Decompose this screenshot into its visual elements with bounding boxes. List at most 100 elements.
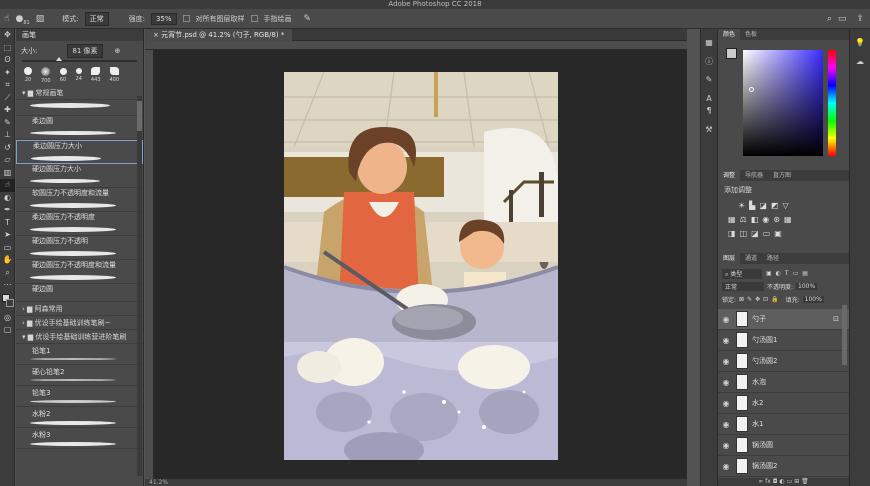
brush-item[interactable]: 硬心铅笔2 <box>16 365 143 386</box>
marquee-tool-icon[interactable]: ⬚ <box>0 42 15 55</box>
filter-pixel-icon[interactable]: ▣ <box>766 270 772 277</box>
tab-close-icon[interactable]: × <box>153 31 161 39</box>
mask-icon[interactable]: ◘ <box>773 478 778 485</box>
brush-preset-icon[interactable]: ● <box>15 14 23 24</box>
quick-mask-icon[interactable]: ◎ <box>0 312 15 325</box>
more-tools-icon[interactable]: ⋯ <box>0 279 15 292</box>
dodge-tool-icon[interactable]: ◐ <box>0 192 15 205</box>
tab-paths[interactable]: 路径 <box>762 253 784 264</box>
new-layer-icon[interactable]: ⊞ <box>794 478 799 485</box>
healing-tool-icon[interactable]: ✚ <box>0 104 15 117</box>
posterize-icon[interactable]: ◫ <box>740 229 748 238</box>
lock-all-icon[interactable]: 🔒 <box>771 296 778 303</box>
eyedropper-tool-icon[interactable]: ⟋ <box>0 92 15 105</box>
layer-row[interactable]: ◉ 水泡 <box>718 372 849 393</box>
adjustment-layer-icon[interactable]: ◐ <box>779 478 784 485</box>
learn-panel-icon[interactable]: 💡 <box>850 37 870 50</box>
color-swatches[interactable] <box>0 292 15 312</box>
curves-icon[interactable]: ◪ <box>759 201 767 210</box>
layer-row[interactable]: ◉ 锅汤圆2 <box>718 456 849 477</box>
stamp-tool-icon[interactable]: ⊥ <box>0 129 15 142</box>
move-tool-icon[interactable]: ✥ <box>0 29 15 42</box>
blend-mode-select[interactable]: 正常 <box>722 282 764 291</box>
paragraph-panel-icon[interactable]: ¶ <box>701 105 717 118</box>
mode-select[interactable]: 正常 <box>84 11 109 26</box>
gradient-tool-icon[interactable]: ▥ <box>0 167 15 180</box>
exposure-icon[interactable]: ◩ <box>771 201 779 210</box>
group-icon[interactable]: ▭ <box>787 478 793 485</box>
color-lookup-icon[interactable]: ▦ <box>784 215 792 224</box>
brush-tool-icon[interactable]: ✎ <box>0 117 15 130</box>
color-balance-icon[interactable]: ⚖ <box>740 215 747 224</box>
brush-size-slider[interactable] <box>22 57 137 62</box>
layer-row[interactable]: ◉ 勺汤圆1 <box>718 330 849 351</box>
visibility-eye-icon[interactable]: ◉ <box>718 462 734 471</box>
color-field[interactable] <box>743 50 823 156</box>
filter-shape-icon[interactable]: ▭ <box>793 270 799 277</box>
lock-transparent-icon[interactable]: ⊠ <box>739 296 744 303</box>
search-icon[interactable]: ⌕ <box>827 14 832 24</box>
info-panel-icon[interactable]: ⓘ <box>701 56 717 69</box>
tab-adjustments[interactable]: 调整 <box>718 170 741 181</box>
magic-wand-tool-icon[interactable]: ✦ <box>0 67 15 80</box>
levels-icon[interactable]: ▙ <box>749 201 755 210</box>
screen-mode-icon[interactable]: ▢ <box>0 324 15 337</box>
link-layers-icon[interactable]: ∞ <box>758 478 763 485</box>
visibility-eye-icon[interactable]: ◉ <box>718 420 734 429</box>
tab-layers[interactable]: 图层 <box>718 253 741 264</box>
visibility-eye-icon[interactable]: ◉ <box>718 357 734 366</box>
brush-folder-general[interactable]: ▾ ▆ 常规画笔 <box>16 86 143 100</box>
tab-swatches[interactable]: 色板 <box>740 29 762 40</box>
hue-sat-icon[interactable]: ▦ <box>728 215 736 224</box>
sample-all-checkbox[interactable] <box>182 15 190 22</box>
tab-histogram[interactable]: 直方图 <box>768 170 796 181</box>
eraser-tool-icon[interactable]: ▱ <box>0 154 15 167</box>
zoom-tool-icon[interactable]: ⌕ <box>0 267 15 280</box>
threshold-icon[interactable]: ◪ <box>751 229 759 238</box>
channel-mixer-icon[interactable]: ⊛ <box>773 215 780 224</box>
zoom-readout[interactable]: 41.2% <box>149 479 168 486</box>
filter-smart-icon[interactable]: ▤ <box>802 270 808 277</box>
filter-type-icon[interactable]: T <box>785 270 789 277</box>
brush-item[interactable]: 水粉2 <box>16 407 143 428</box>
path-select-tool-icon[interactable]: ➤ <box>0 229 15 242</box>
crop-tool-icon[interactable]: ⌗ <box>0 79 15 92</box>
visibility-eye-icon[interactable]: ◉ <box>718 378 734 387</box>
lock-pixels-icon[interactable]: ✎ <box>747 296 752 303</box>
libraries-panel-icon[interactable]: ☁ <box>850 56 870 69</box>
character-panel-icon[interactable]: A <box>701 93 717 106</box>
artwork-canvas[interactable] <box>284 72 558 460</box>
brush-size-field[interactable]: 81 像素 <box>67 44 103 58</box>
strength-field[interactable]: 35% <box>150 12 177 25</box>
selective-color-icon[interactable]: ▣ <box>774 229 782 238</box>
brush-settings-panel-icon[interactable]: ✎ <box>701 74 717 87</box>
vibrance-icon[interactable]: ▽ <box>782 201 788 210</box>
tab-navigator[interactable]: 导航器 <box>740 170 768 181</box>
brush-settings-icon[interactable]: ▨ <box>36 14 45 24</box>
invert-icon[interactable]: ◨ <box>728 229 736 238</box>
pen-tool-icon[interactable]: ✒ <box>0 204 15 217</box>
brush-preset[interactable]: 700 <box>41 66 51 84</box>
brush-folder[interactable]: ▾ ▆ 优设手绘基础训练营进阶笔刷 <box>16 330 143 344</box>
history-panel-icon[interactable]: ▦ <box>701 37 717 50</box>
lock-artboard-icon[interactable]: ⊡ <box>763 296 768 303</box>
layer-filter-select[interactable]: ⌕ 类型 <box>722 268 762 279</box>
brush-panel-scrollbar[interactable] <box>137 96 142 476</box>
visibility-eye-icon[interactable]: ◉ <box>718 336 734 345</box>
brush-preset[interactable]: 20 <box>24 67 32 83</box>
tab-color[interactable]: 颜色 <box>718 29 741 40</box>
finger-paint-checkbox[interactable] <box>250 15 258 22</box>
photo-filter-icon[interactable]: ◉ <box>762 215 769 224</box>
layers-scrollbar[interactable] <box>842 305 847 365</box>
filter-adjust-icon[interactable]: ◐ <box>776 270 781 277</box>
pressure-icon[interactable]: ✎ <box>304 14 312 24</box>
brush-item[interactable]: 铅笔1 <box>16 344 143 365</box>
brush-item[interactable] <box>16 100 143 116</box>
smudge-tool-icon[interactable]: ☝ <box>0 179 15 192</box>
canvas-area[interactable] <box>154 50 687 486</box>
brush-item[interactable]: 柔边圆压力不透明度 <box>16 212 143 236</box>
brush-preset[interactable]: 60 <box>59 67 67 83</box>
share-icon[interactable]: ⇪ <box>856 14 864 24</box>
layer-row[interactable]: ◉ 锅汤圆 <box>718 435 849 456</box>
type-tool-icon[interactable]: T <box>0 217 15 230</box>
